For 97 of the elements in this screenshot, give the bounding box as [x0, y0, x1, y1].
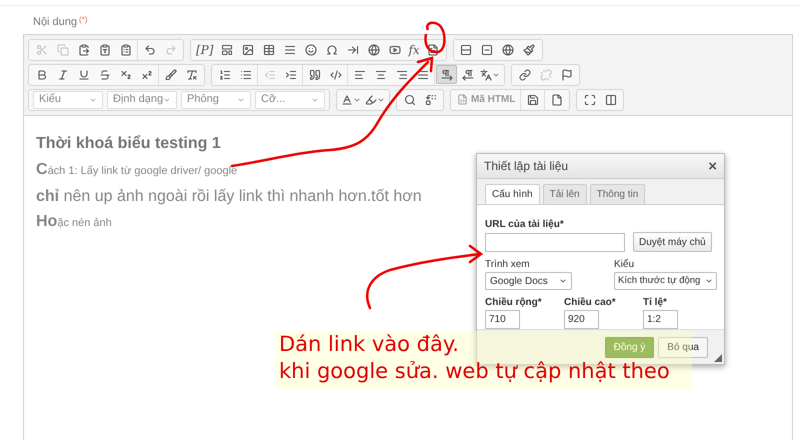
select-value: Google Docs: [490, 274, 548, 288]
toolbar-dropdown[interactable]: Định dạng: [107, 90, 177, 108]
paste-icon: [78, 44, 90, 56]
text-color-icon: [341, 94, 353, 106]
template-icon: [220, 44, 233, 56]
dropdown-label: Cỡ...: [261, 92, 286, 108]
dialog-tab[interactable]: Thông tin: [590, 184, 646, 204]
link-icon: [518, 68, 530, 80]
horizontal-lines-icon: [284, 44, 296, 56]
align-right-icon: [396, 68, 408, 80]
align-justify-icon: [416, 68, 428, 80]
pilcrow-right-icon: [440, 68, 452, 80]
language-icon: [480, 68, 492, 80]
content-paragraph: Hoặc nén ảnh: [36, 212, 112, 232]
undo-icon: [144, 44, 156, 56]
viewer-select[interactable]: Google Docs: [485, 272, 572, 290]
toolbar-button[interactable]: fx: [405, 40, 423, 59]
italic-icon: [56, 68, 68, 80]
globe-icon: [368, 44, 380, 56]
caret-icon: [559, 277, 567, 285]
caret-icon: [163, 96, 171, 104]
quote-icon: [308, 68, 320, 80]
required-mark: (*): [79, 14, 88, 26]
cancel-button[interactable]: Bỏ qua: [658, 336, 708, 358]
indent-icon: [284, 68, 296, 80]
field-label: URL của tài liệu*: [485, 218, 565, 232]
toolbar-button[interactable]: [P]: [193, 40, 216, 59]
div-code-icon: [330, 68, 342, 80]
align-center-icon: [374, 68, 386, 80]
caret-icon: [705, 277, 713, 285]
paintbrush-icon: [523, 44, 536, 56]
toolbar-dropdown[interactable]: Phông: [181, 90, 251, 108]
smiley-icon: [304, 44, 317, 56]
paste-text-icon: [98, 44, 110, 56]
dropdown-label: Phông: [187, 92, 219, 108]
blank-page-icon: [550, 94, 563, 106]
maximize-icon: [584, 94, 596, 106]
dialog-title: Thiết lập tài liệu: [484, 158, 568, 175]
annotation-text: khi google sửa. web tự cập nhật theo: [279, 358, 670, 385]
size-input[interactable]: 1:2: [643, 310, 678, 329]
table-icon: [262, 44, 275, 56]
dropdown-label: Kiểu: [39, 92, 62, 108]
align-left-icon: [354, 68, 366, 80]
field-label: Tỉ lệ*: [643, 296, 668, 310]
field-label: Kiểu: [614, 258, 636, 272]
style-select[interactable]: Kích thước tự động: [614, 272, 717, 290]
bold-icon: [36, 68, 48, 80]
select-value: Kích thước tự động: [618, 274, 700, 288]
close-button[interactable]: ×: [708, 158, 717, 174]
document-icon: [427, 44, 440, 56]
dark-rectangle-icon: [460, 44, 472, 56]
copy-icon: [56, 44, 68, 56]
unlink-icon: [540, 68, 552, 80]
globe-icon: [502, 44, 514, 56]
subscript-icon: [120, 68, 132, 80]
field-label: Chiều cao*: [564, 296, 617, 310]
content-paragraph: Cách 1: Lấy link từ google driver/ google: [36, 160, 238, 180]
pilcrow-right-button[interactable]: [436, 65, 457, 84]
superscript-icon: [140, 68, 152, 80]
resize-grip-icon: [714, 354, 722, 362]
url-input[interactable]: [485, 232, 625, 252]
image-icon: [242, 44, 254, 56]
redo-icon: [164, 44, 176, 56]
outdent-icon: [264, 68, 276, 80]
browse-server-button[interactable]: Duyệt máy chủ: [633, 232, 712, 252]
field-label: Nội dung: [33, 15, 78, 30]
size-input[interactable]: 710: [485, 310, 520, 329]
flag-icon: [560, 68, 572, 80]
underline-icon: [78, 68, 90, 80]
replace-icon: [424, 94, 436, 106]
columns-icon: [604, 94, 617, 106]
field-label: Trình xem: [485, 258, 531, 272]
square-minus-icon: [481, 44, 494, 56]
size-input[interactable]: 920: [564, 310, 599, 329]
cut-icon: [36, 44, 48, 56]
dialog-tab[interactable]: Cấu hình: [485, 184, 540, 204]
dialog-tab[interactable]: Tải lên: [542, 184, 587, 204]
brush-icon: [164, 68, 176, 80]
dropdown-label: Định dạng: [113, 92, 164, 108]
content-heading: Thời khoá biểu testing 1: [36, 134, 221, 154]
content-paragraph: chỉ nên up ảnh ngoài rồi lấy link thì nhanh hơn.tốt hơn: [36, 186, 422, 206]
annotation-text: Dán link vào đây.: [279, 331, 459, 358]
toolbar-dropdown[interactable]: Cỡ...: [255, 90, 325, 108]
omega-icon: [326, 44, 338, 56]
field-label: Chiều rộng*: [485, 296, 543, 310]
play-button-icon: [388, 44, 401, 56]
highlighter-icon: [365, 94, 377, 106]
strikethrough-icon: [98, 68, 110, 80]
pilcrow-left-icon: [462, 68, 474, 80]
search-icon: [404, 94, 416, 106]
clipboard-list-icon: [120, 44, 132, 56]
numbered-list-icon: [218, 68, 230, 80]
remove-format-icon: [186, 68, 198, 80]
arrow-into-lines-icon: [346, 44, 359, 56]
save-icon: [526, 94, 539, 106]
code-file-icon: [457, 94, 468, 105]
toolbar-dropdown[interactable]: Kiểu: [33, 90, 103, 108]
